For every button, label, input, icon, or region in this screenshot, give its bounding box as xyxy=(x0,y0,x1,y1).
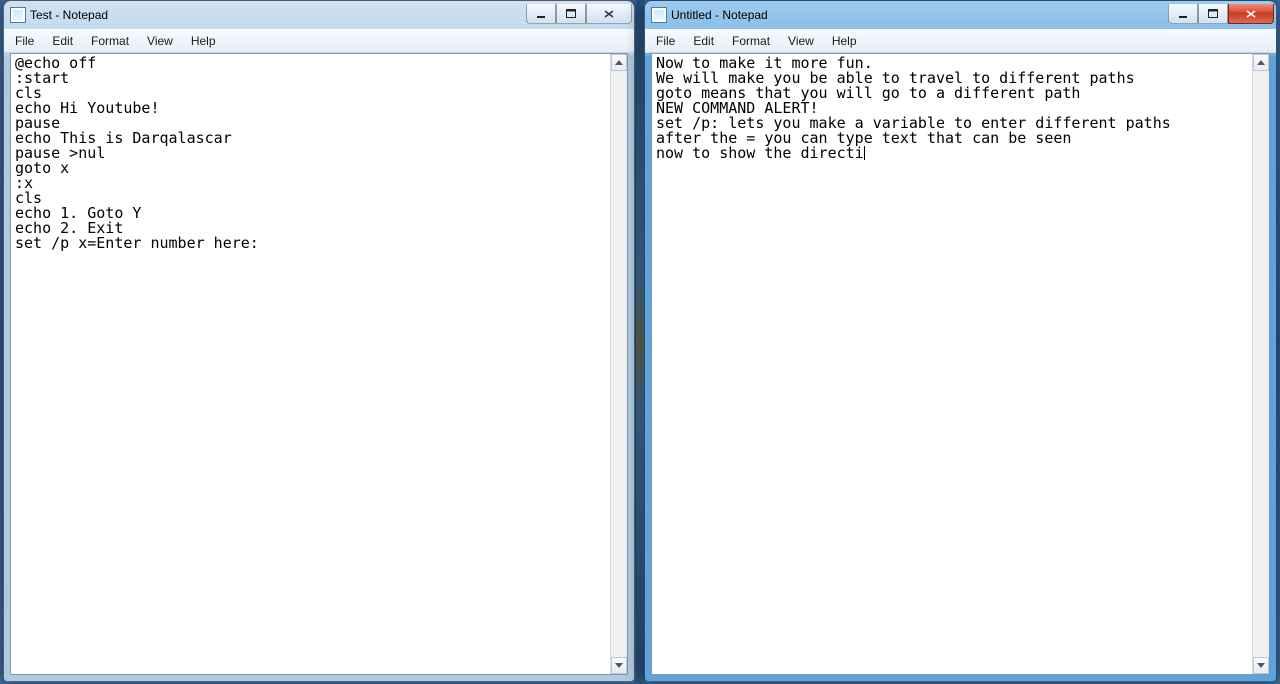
vertical-scrollbar[interactable] xyxy=(610,54,627,674)
menubar: File Edit Format View Help xyxy=(4,29,634,53)
scroll-track[interactable] xyxy=(611,71,627,657)
scroll-up-button[interactable] xyxy=(1253,54,1269,71)
menu-edit[interactable]: Edit xyxy=(684,31,723,51)
notepad-window-right: Untitled - Notepad File Edit Format View… xyxy=(644,0,1277,682)
maximize-button[interactable] xyxy=(1198,4,1228,24)
notepad-icon xyxy=(10,7,26,23)
desktop-gap xyxy=(636,0,644,684)
menu-format[interactable]: Format xyxy=(82,31,138,51)
minimize-button[interactable] xyxy=(526,4,556,24)
window-title: Untitled - Notepad xyxy=(671,8,768,22)
minimize-button[interactable] xyxy=(1168,4,1198,24)
window-title: Test - Notepad xyxy=(30,8,108,22)
text-editor[interactable]: @echo off :start cls echo Hi Youtube! pa… xyxy=(11,54,610,674)
menu-view[interactable]: View xyxy=(779,31,823,51)
titlebar[interactable]: Untitled - Notepad xyxy=(645,1,1276,29)
menu-help[interactable]: Help xyxy=(823,31,866,51)
editor-text-before-caret: Now to make it more fun. We will make yo… xyxy=(656,54,1171,162)
client-area: Now to make it more fun. We will make yo… xyxy=(651,53,1270,675)
menu-file[interactable]: File xyxy=(6,31,43,51)
menu-view[interactable]: View xyxy=(138,31,182,51)
client-area: @echo off :start cls echo Hi Youtube! pa… xyxy=(10,53,628,675)
notepad-window-left: Test - Notepad File Edit Format View Hel… xyxy=(3,0,635,682)
scroll-track[interactable] xyxy=(1253,71,1269,657)
menu-format[interactable]: Format xyxy=(723,31,779,51)
scroll-down-button[interactable] xyxy=(611,657,627,674)
vertical-scrollbar[interactable] xyxy=(1252,54,1269,674)
titlebar[interactable]: Test - Notepad xyxy=(4,1,634,29)
close-button[interactable] xyxy=(1228,4,1274,24)
menu-file[interactable]: File xyxy=(647,31,684,51)
notepad-icon xyxy=(651,7,667,23)
scroll-down-button[interactable] xyxy=(1253,657,1269,674)
maximize-button[interactable] xyxy=(556,4,586,24)
scroll-up-button[interactable] xyxy=(611,54,627,71)
menubar: File Edit Format View Help xyxy=(645,29,1276,53)
close-button[interactable] xyxy=(586,4,632,24)
text-editor[interactable]: Now to make it more fun. We will make yo… xyxy=(652,54,1252,674)
menu-edit[interactable]: Edit xyxy=(43,31,82,51)
text-caret xyxy=(864,144,865,162)
menu-help[interactable]: Help xyxy=(182,31,225,51)
